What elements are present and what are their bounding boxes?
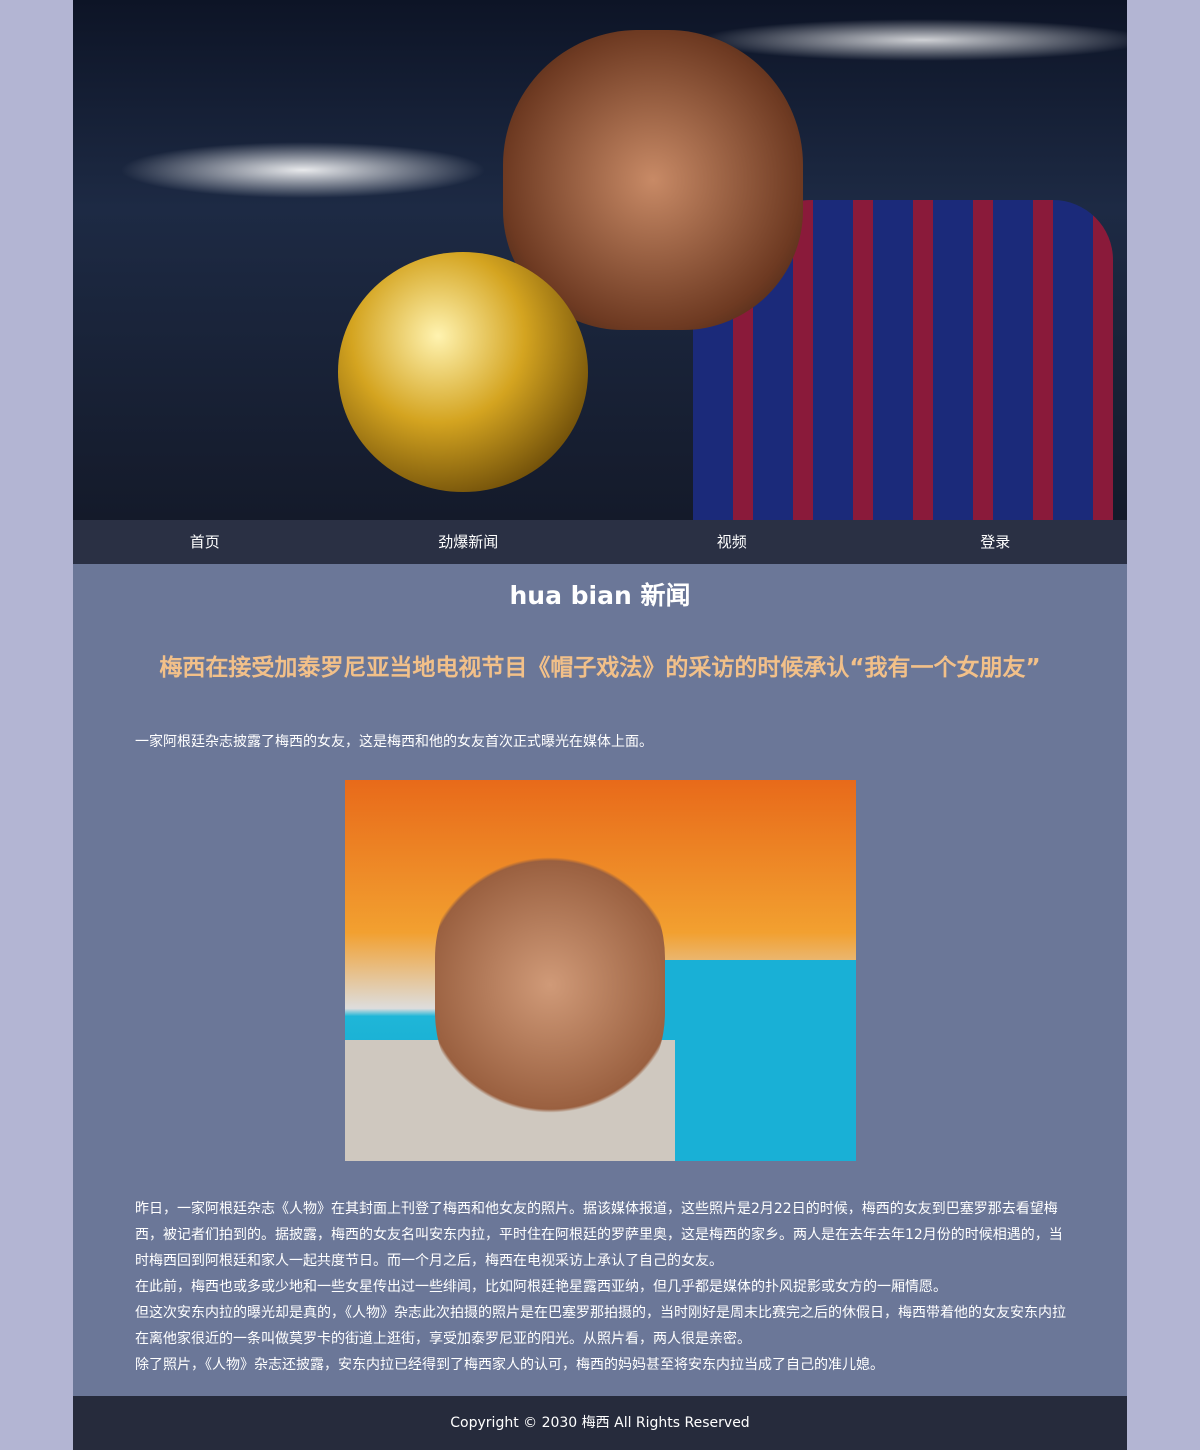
nav-home[interactable]: 首页 (73, 520, 337, 564)
footer: Copyright © 2030 梅西 All Rights Reserved (73, 1396, 1127, 1450)
nav-video[interactable]: 视频 (600, 520, 864, 564)
body-paragraph: 在此前，梅西也或多或少地和一些女星传出过一些绯闻，比如阿根廷艳星露西亚纳，但几乎… (135, 1279, 947, 1295)
golden-ball (338, 252, 588, 492)
body-paragraph: 但这次安东内拉的曝光却是真的，《人物》杂志此次拍摄的照片是在巴塞罗那拍摄的，当时… (135, 1305, 1066, 1347)
body-paragraph: 除了照片，《人物》杂志还披露，安东内拉已经得到了梅西家人的认可，梅西的妈妈甚至将… (135, 1357, 884, 1373)
hero-banner-image (73, 0, 1127, 520)
site-title: hua bian 新闻 (509, 581, 691, 610)
photo-couple (435, 850, 665, 1120)
nav-hot-news[interactable]: 劲爆新闻 (337, 520, 601, 564)
main-nav: 首页 劲爆新闻 视频 登录 (73, 520, 1127, 564)
nav-login[interactable]: 登录 (864, 520, 1128, 564)
page: 首页 劲爆新闻 视频 登录 hua bian 新闻 梅西在接受加泰罗尼亚当地电视… (73, 0, 1127, 1450)
article-lead: 一家阿根廷杂志披露了梅西的女友，这是梅西和他的女友首次正式曝光在媒体上面。 (135, 734, 653, 750)
article-photo (345, 780, 856, 1161)
article-body: 昨日，一家阿根廷杂志《人物》在其封面上刊登了梅西和他女友的照片。据该媒体报道，这… (135, 1196, 1070, 1378)
article-headline: 梅西在接受加泰罗尼亚当地电视节目《帽子戏法》的采访的时候承认“我有一个女朋友” (159, 655, 1041, 681)
body-paragraph: 昨日，一家阿根廷杂志《人物》在其封面上刊登了梅西和他女友的照片。据该媒体报道，这… (135, 1201, 1063, 1269)
